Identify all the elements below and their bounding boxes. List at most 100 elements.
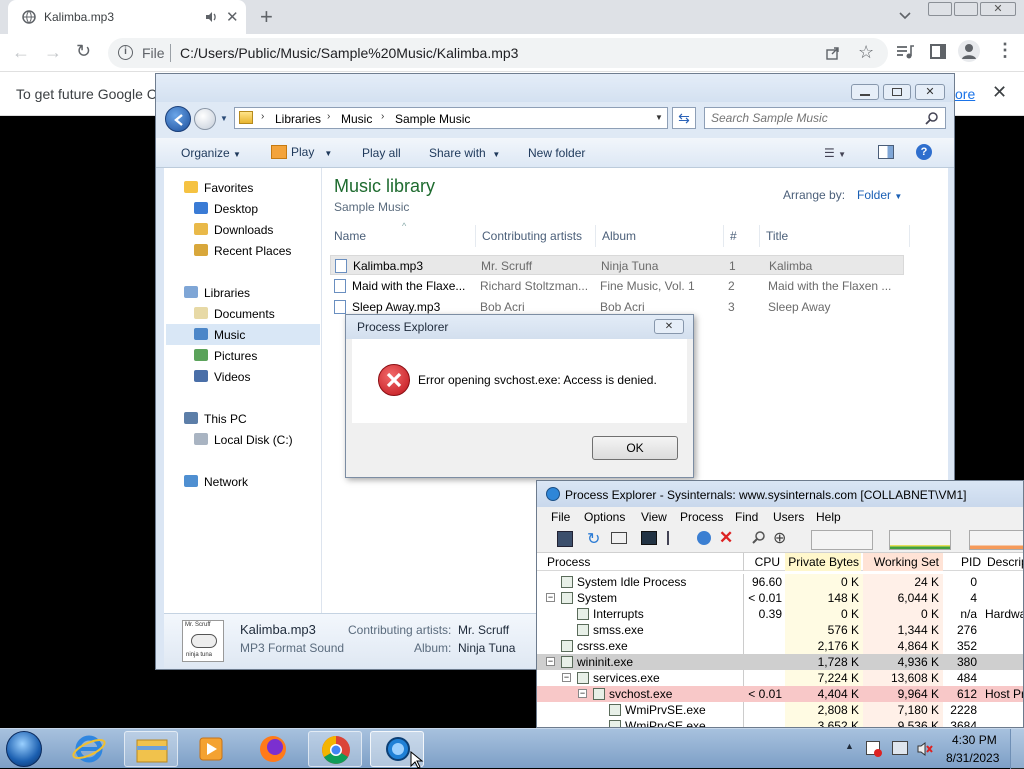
nav-libraries[interactable]: Libraries [184, 283, 250, 303]
action-center-icon[interactable] [866, 741, 882, 757]
back-icon[interactable]: ← [12, 42, 30, 63]
menu-process[interactable]: Process [680, 507, 723, 527]
menu-help[interactable]: Help [816, 507, 841, 527]
share-icon[interactable] [824, 44, 842, 62]
column-header-pid[interactable]: PID [943, 555, 981, 571]
column-header-artists[interactable]: Contributing artists [476, 225, 596, 247]
share-with-button[interactable]: Share with ▼ [429, 146, 500, 160]
nav-recent-places[interactable]: Recent Places [194, 241, 291, 261]
menu-options[interactable]: Options [584, 507, 625, 527]
minimize-icon[interactable] [928, 2, 952, 16]
back-button[interactable] [165, 106, 191, 132]
firefox-icon[interactable] [246, 731, 300, 767]
column-header-description[interactable]: Descript [987, 555, 1023, 571]
nav-local-disk[interactable]: Local Disk (C:) [194, 430, 293, 450]
process-row[interactable]: Interrupts 0.39 0 K 0 K n/a Hardwa [537, 606, 1023, 622]
find-icon[interactable] [751, 530, 767, 546]
refresh-icon[interactable]: ↻ [587, 529, 600, 549]
kill-process-icon[interactable]: ✕ [719, 528, 733, 548]
show-desktop-button[interactable] [1010, 729, 1024, 769]
file-row[interactable]: Kalimba.mp3 Mr. Scruff Ninja Tuna 1 Kali… [330, 255, 904, 275]
chrome-icon[interactable] [308, 731, 362, 767]
profile-avatar-icon[interactable] [958, 40, 980, 62]
column-header-album[interactable]: Album [596, 225, 724, 247]
browser-tab[interactable]: Kalimba.mp3 ✕ [8, 0, 246, 34]
crosshair-icon[interactable]: ⊕ [773, 528, 786, 548]
new-folder-button[interactable]: New folder [528, 146, 585, 160]
process-row[interactable]: System Idle Process 96.60 0 K 24 K 0 [537, 574, 1023, 590]
column-header-title[interactable]: Title [760, 225, 910, 247]
tree-collapse-icon[interactable]: − [578, 689, 587, 698]
nav-favorites[interactable]: Favorites [184, 178, 253, 198]
tree-view-icon[interactable] [667, 531, 681, 545]
process-row[interactable]: − services.exe 7,224 K 13,608 K 484 [537, 670, 1023, 686]
dialog-close-icon[interactable]: ✕ [654, 319, 684, 334]
help-icon[interactable]: ? [916, 144, 932, 160]
file-explorer-icon[interactable] [124, 731, 178, 767]
process-row[interactable]: WmiPrvSE.exe 3,652 K 9,536 K 3684 [537, 718, 1023, 727]
media-player-icon[interactable] [184, 731, 238, 767]
organize-button[interactable]: Organize ▼ [181, 146, 241, 160]
show-hidden-icons-icon[interactable]: ▲ [845, 741, 854, 751]
process-row[interactable]: − System < 0.01 148 K 6,044 K 4 [537, 590, 1023, 606]
start-orb-icon[interactable] [6, 731, 42, 767]
save-icon[interactable] [557, 531, 573, 547]
infobar-close-icon[interactable]: ✕ [992, 82, 1007, 103]
address-bar[interactable]: i File C:/Users/Public/Music/Sample%20Mu… [108, 38, 888, 68]
process-row[interactable]: smss.exe 576 K 1,344 K 276 [537, 622, 1023, 638]
column-header-process[interactable]: Process [547, 555, 590, 571]
tree-collapse-icon[interactable]: − [546, 657, 555, 666]
ok-button[interactable]: OK [592, 436, 678, 460]
arrange-by-dropdown[interactable]: Folder ▼ [857, 188, 902, 202]
media-control-icon[interactable] [896, 44, 914, 60]
url-text[interactable]: C:/Users/Public/Music/Sample%20Music/Kal… [180, 45, 518, 61]
explorer-minimize-button[interactable] [851, 84, 879, 100]
breadcrumb-chevron-icon[interactable]: › [327, 111, 330, 122]
play-all-button[interactable]: Play all [362, 146, 401, 160]
column-header-private-bytes[interactable]: Private Bytes [785, 555, 859, 571]
side-panel-icon[interactable] [930, 44, 946, 59]
explorer-close-button[interactable]: ✕ [915, 84, 945, 100]
menu-find[interactable]: Find [735, 507, 758, 527]
nav-downloads[interactable]: Downloads [194, 220, 273, 240]
search-input[interactable] [711, 110, 911, 126]
breadcrumb-sample-music[interactable]: Sample Music [395, 112, 470, 126]
nav-music[interactable]: Music [194, 325, 245, 345]
process-row[interactable]: csrss.exe 2,176 K 4,864 K 352 [537, 638, 1023, 654]
tree-collapse-icon[interactable]: − [562, 673, 571, 682]
tab-close-icon[interactable]: ✕ [226, 8, 239, 26]
nav-desktop[interactable]: Desktop [194, 199, 258, 219]
tab-search-icon[interactable] [898, 8, 912, 22]
nav-network[interactable]: Network [184, 472, 248, 492]
internet-explorer-icon[interactable] [62, 731, 116, 767]
change-view-icon[interactable]: ☰ ▼ [824, 146, 846, 160]
nav-videos[interactable]: Videos [194, 367, 250, 387]
system-info-icon[interactable] [641, 531, 657, 545]
menu-view[interactable]: View [641, 507, 667, 527]
breadcrumb[interactable]: › Libraries › Music › Sample Music ▼ [234, 107, 668, 129]
infobar-learn-more-link[interactable]: ore [955, 86, 975, 102]
close-icon[interactable]: ✕ [980, 2, 1016, 16]
recent-locations-icon[interactable]: ▼ [220, 114, 228, 123]
clock-date[interactable]: 8/31/2023 [946, 751, 999, 765]
column-header-cpu[interactable]: CPU [744, 555, 780, 571]
column-header-working-set[interactable]: Working Set [863, 555, 939, 571]
process-row[interactable]: − svchost.exe < 0.01 4,404 K 9,964 K 612 Host … [537, 686, 1023, 702]
reload-icon[interactable]: ↻ [76, 41, 91, 62]
play-button[interactable]: Play ▼ [271, 145, 332, 159]
menu-users[interactable]: Users [773, 507, 804, 527]
refresh-icon[interactable]: ⇆ [672, 107, 696, 129]
new-tab-icon[interactable]: + [260, 4, 273, 30]
breadcrumb-chevron-icon[interactable]: › [261, 111, 264, 122]
properties-icon[interactable] [697, 531, 711, 545]
process-row[interactable]: − wininit.exe 1,728 K 4,936 K 380 [537, 654, 1023, 670]
forward-icon[interactable]: → [44, 42, 62, 63]
breadcrumb-chevron-icon[interactable]: › [381, 111, 384, 122]
details-album-value[interactable]: Ninja Tuna [458, 641, 515, 655]
breadcrumb-music[interactable]: Music [341, 112, 372, 126]
process-row[interactable]: WmiPrvSE.exe 2,808 K 7,180 K 2228 [537, 702, 1023, 718]
nav-this-pc[interactable]: This PC [184, 409, 247, 429]
info-icon[interactable]: i [118, 45, 133, 60]
clock-time[interactable]: 4:30 PM [952, 733, 997, 747]
menu-file[interactable]: File [551, 507, 570, 527]
